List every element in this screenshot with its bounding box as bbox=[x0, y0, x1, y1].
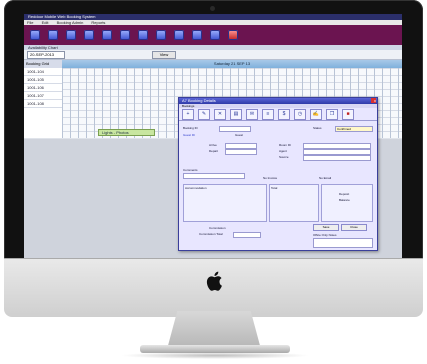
booking-id-label: Booking ID bbox=[183, 126, 198, 130]
no-invoice-check[interactable]: No Invoice bbox=[263, 176, 277, 180]
commission-label: Commission bbox=[209, 226, 226, 230]
toolbar-icon-12[interactable] bbox=[228, 30, 238, 40]
commission-total-field[interactable] bbox=[233, 232, 261, 238]
camera-icon bbox=[210, 6, 215, 11]
deposit-label: Deposit bbox=[339, 192, 350, 196]
toolbar-icon-9[interactable] bbox=[174, 30, 184, 40]
screen: Reddoor Mobile Web Booking System File E… bbox=[24, 14, 402, 259]
room-row[interactable]: 1001-104 bbox=[24, 68, 62, 76]
comments-field[interactable] bbox=[183, 173, 245, 179]
accommodation-label: Accommodation bbox=[185, 186, 207, 190]
depart-label: Depart bbox=[209, 149, 219, 153]
booking-details-dialog: A7 Booking Details x Bookings + ✎ ✕ ▤ ✉ … bbox=[178, 97, 378, 251]
dialog-toolbar: + ✎ ✕ ▤ ✉ ≡ $ ◷ ✍ ❐ ■ bbox=[179, 108, 377, 121]
room-list: 1001-104 1001-105 1001-106 1001-107 1001… bbox=[24, 68, 63, 138]
arrive-label: Arrive bbox=[209, 143, 217, 147]
toolbar-icon-2[interactable] bbox=[48, 30, 58, 40]
room-row[interactable]: 1001-107 bbox=[24, 92, 62, 100]
view-button[interactable]: View bbox=[152, 51, 176, 59]
room-id-label: Room ID bbox=[279, 143, 291, 147]
main-toolbar bbox=[24, 25, 402, 45]
date-field[interactable]: 20-SEP-2013 bbox=[27, 51, 65, 59]
status-field[interactable]: Confirmed bbox=[335, 126, 373, 132]
history-icon[interactable]: ◷ bbox=[294, 108, 306, 120]
print-icon[interactable]: ▤ bbox=[230, 108, 242, 120]
notes-icon[interactable]: ✍ bbox=[310, 108, 322, 120]
toolbar-icon-11[interactable] bbox=[210, 30, 220, 40]
room-row[interactable]: 1001-105 bbox=[24, 76, 62, 84]
apple-logo-icon bbox=[206, 271, 222, 291]
payments-panel bbox=[321, 184, 373, 222]
toolbar-icon-3[interactable] bbox=[66, 30, 76, 40]
payment-icon[interactable]: $ bbox=[278, 108, 290, 120]
status-label: Status bbox=[313, 126, 322, 130]
delete-icon[interactable]: ✕ bbox=[214, 108, 226, 120]
save-button[interactable]: Save bbox=[313, 224, 339, 231]
rooms-header: Booking Grid bbox=[24, 60, 62, 68]
close-button[interactable]: Close bbox=[341, 224, 367, 231]
grid-date-header: Saturday 21 SEP 13 bbox=[62, 60, 402, 68]
balance-label: Balance bbox=[339, 198, 350, 202]
room-row[interactable]: 1001-108 bbox=[24, 100, 62, 108]
invoice-icon[interactable]: ≡ bbox=[262, 108, 274, 120]
floor-shadow bbox=[120, 352, 310, 359]
close-icon[interactable]: x bbox=[371, 98, 376, 103]
toolbar-icon-10[interactable] bbox=[192, 30, 202, 40]
source-label: Source bbox=[279, 155, 289, 159]
office-notes-field[interactable] bbox=[313, 238, 373, 248]
office-notes-label: Office Only Notes bbox=[313, 233, 337, 237]
booking-bar[interactable]: Lights - Photos bbox=[98, 129, 155, 136]
total-label: Total bbox=[271, 186, 278, 190]
toolbar-icon-1[interactable] bbox=[30, 30, 40, 40]
email-icon[interactable]: ✉ bbox=[246, 108, 258, 120]
agent-label: Agent bbox=[279, 149, 287, 153]
toolbar-icon-4[interactable] bbox=[84, 30, 94, 40]
toolbar-icon-7[interactable] bbox=[138, 30, 148, 40]
comments-label: Comments bbox=[183, 168, 198, 172]
copy-icon[interactable]: ❐ bbox=[326, 108, 338, 120]
monitor-stand bbox=[167, 311, 261, 349]
toolbar-icon-5[interactable] bbox=[102, 30, 112, 40]
toolbar-icon-8[interactable] bbox=[156, 30, 166, 40]
toolbar-icon-6[interactable] bbox=[120, 30, 130, 40]
dialog-title: A7 Booking Details bbox=[182, 98, 216, 103]
room-row[interactable]: 1001-106 bbox=[24, 84, 62, 92]
guest-value: Guest bbox=[235, 133, 244, 137]
stop-icon[interactable]: ■ bbox=[342, 108, 354, 120]
new-icon[interactable]: + bbox=[182, 108, 194, 120]
commission-total-label: Commission Total bbox=[199, 232, 223, 236]
imac-computer: Reddoor Mobile Web Booking System File E… bbox=[0, 0, 427, 364]
source-field[interactable] bbox=[303, 155, 371, 161]
no-email-check[interactable]: No Email bbox=[319, 176, 331, 180]
guest-label: Guest ID bbox=[183, 133, 195, 137]
dialog-titlebar: A7 Booking Details x bbox=[179, 98, 377, 104]
booking-id-field[interactable] bbox=[219, 126, 251, 132]
filter-bar: 20-SEP-2013 View bbox=[24, 50, 402, 60]
depart-field[interactable] bbox=[225, 149, 257, 155]
edit-icon[interactable]: ✎ bbox=[198, 108, 210, 120]
